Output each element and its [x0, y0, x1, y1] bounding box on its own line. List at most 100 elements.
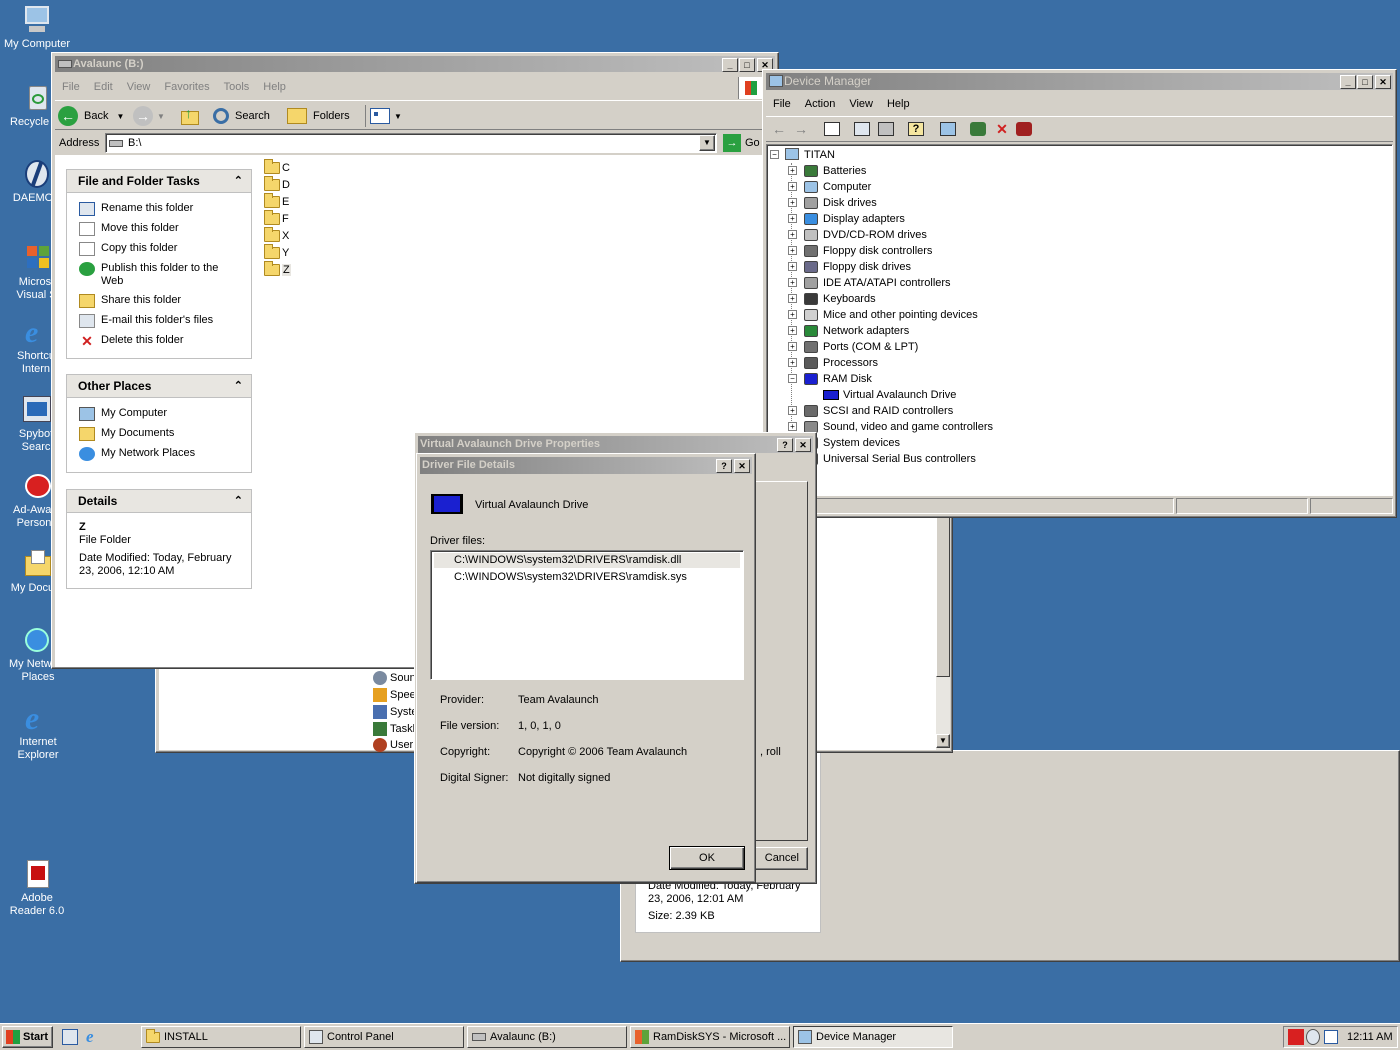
place-my-network-places[interactable]: My Network Places: [67, 444, 251, 464]
expand-toggle[interactable]: +: [788, 310, 797, 319]
menu-help[interactable]: Help: [256, 77, 293, 97]
folder-item[interactable]: Y: [264, 243, 324, 261]
show-desktop-icon[interactable]: [62, 1029, 78, 1045]
control-panel-item[interactable]: Syste: [373, 704, 418, 720]
collapse-icon[interactable]: ⌃: [234, 490, 243, 513]
device-manager-window[interactable]: Device Manager _ □ ✕ File Action View Help…: [762, 69, 1397, 518]
expand-toggle[interactable]: +: [788, 342, 797, 351]
disable-icon[interactable]: [1016, 122, 1032, 136]
show-hide-tree-icon[interactable]: [824, 122, 840, 136]
forward-button[interactable]: → ▼: [133, 104, 165, 128]
search-button[interactable]: Search: [213, 104, 270, 128]
taskbar-button-control-panel[interactable]: Control Panel: [304, 1026, 464, 1048]
internet-explorer-icon[interactable]: e: [86, 1027, 94, 1047]
task-publish-folder[interactable]: Publish this folder to the Web: [67, 259, 251, 291]
menu-file[interactable]: File: [55, 77, 87, 97]
driver-file-item-selected[interactable]: C:\WINDOWS\system32\DRIVERS\ramdisk.dll: [434, 553, 740, 568]
task-rename-folder[interactable]: Rename this folder: [67, 199, 251, 219]
desktop-icon-internet-explorer[interactable]: e Internet Explorer: [0, 702, 74, 762]
expand-toggle[interactable]: +: [788, 406, 797, 415]
folder-item[interactable]: D: [264, 175, 324, 193]
driver-file-details-dialog[interactable]: Driver File Details ? ✕ Virtual Avalaunch…: [416, 453, 756, 883]
folder-item[interactable]: C: [264, 158, 324, 176]
menu-favorites[interactable]: Favorites: [157, 77, 216, 97]
close-button[interactable]: ✕: [1375, 75, 1391, 89]
expand-toggle[interactable]: +: [788, 358, 797, 367]
folder-item[interactable]: E: [264, 192, 324, 210]
menu-help[interactable]: Help: [880, 94, 917, 114]
menu-view[interactable]: View: [120, 77, 158, 97]
task-email-files[interactable]: E-mail this folder's files: [67, 311, 251, 331]
ok-button[interactable]: OK: [669, 846, 745, 870]
task-delete-folder[interactable]: ✕ Delete this folder: [67, 331, 251, 351]
start-button[interactable]: Start: [2, 1026, 53, 1048]
task-copy-folder[interactable]: Copy this folder: [67, 239, 251, 259]
expand-toggle[interactable]: +: [788, 422, 797, 431]
tray-network-icon[interactable]: [1324, 1030, 1338, 1044]
scan-hardware-icon[interactable]: [940, 122, 956, 136]
collapse-icon[interactable]: ⌃: [234, 375, 243, 398]
desktop-icon-my-computer[interactable]: My Computer: [0, 4, 74, 51]
other-places-header[interactable]: Other Places ⌃: [67, 375, 251, 398]
control-panel-item[interactable]: User: [373, 737, 413, 753]
views-button[interactable]: ▼: [365, 105, 402, 127]
back-arrow-icon[interactable]: ←: [772, 121, 786, 137]
folder-item-selected[interactable]: Z: [264, 260, 324, 278]
driver-files-list[interactable]: C:\WINDOWS\system32\DRIVERS\ramdisk.dll …: [430, 550, 744, 680]
task-move-folder[interactable]: Move this folder: [67, 219, 251, 239]
taskbar-button-ramdisksys[interactable]: RamDiskSYS - Microsoft ...: [630, 1026, 790, 1048]
tray-alert-icon[interactable]: [1288, 1029, 1304, 1045]
file-folder-tasks-header[interactable]: File and Folder Tasks ⌃: [67, 170, 251, 193]
close-button[interactable]: ✕: [734, 459, 750, 473]
print-icon[interactable]: [878, 122, 894, 136]
details-header[interactable]: Details ⌃: [67, 490, 251, 513]
maximize-button[interactable]: □: [1357, 75, 1373, 89]
control-panel-item[interactable]: Spee: [373, 687, 416, 703]
control-panel-item[interactable]: Soun: [373, 670, 416, 686]
minimize-button[interactable]: _: [1340, 75, 1356, 89]
expand-toggle[interactable]: +: [788, 214, 797, 223]
device-manager-title-bar[interactable]: Device Manager _ □ ✕: [766, 73, 1393, 90]
menu-tools[interactable]: Tools: [217, 77, 257, 97]
scroll-thumb[interactable]: [936, 511, 950, 677]
minimize-button[interactable]: _: [722, 58, 738, 72]
taskbar-button-install[interactable]: INSTALL: [141, 1026, 301, 1048]
address-input[interactable]: B:\ ▼: [105, 133, 717, 153]
driver-file-item[interactable]: C:\WINDOWS\system32\DRIVERS\ramdisk.sys: [434, 570, 740, 585]
expand-toggle[interactable]: +: [788, 182, 797, 191]
close-button[interactable]: ✕: [795, 438, 811, 452]
desktop-icon-adobe-reader[interactable]: Adobe Reader 6.0: [0, 858, 74, 918]
tray-daemon-icon[interactable]: [1306, 1029, 1320, 1045]
menu-action[interactable]: Action: [798, 94, 843, 114]
go-button[interactable]: → Go: [723, 133, 760, 153]
folder-item[interactable]: X: [264, 226, 324, 244]
collapse-icon[interactable]: ⌃: [234, 170, 243, 193]
expand-toggle[interactable]: +: [788, 198, 797, 207]
menu-edit[interactable]: Edit: [87, 77, 120, 97]
back-button[interactable]: ← Back ▼: [58, 104, 124, 128]
task-share-folder[interactable]: Share this folder: [67, 291, 251, 311]
forward-arrow-icon[interactable]: →: [794, 121, 808, 137]
chevron-down-icon[interactable]: ▼: [116, 112, 124, 121]
driver-details-title-bar[interactable]: Driver File Details ? ✕: [420, 457, 752, 474]
menu-file[interactable]: File: [766, 94, 798, 114]
collapse-toggle[interactable]: −: [788, 374, 797, 383]
control-panel-item[interactable]: Taskl: [373, 721, 415, 737]
expand-toggle[interactable]: +: [788, 326, 797, 335]
scroll-down-button[interactable]: ▼: [936, 734, 950, 748]
properties-icon[interactable]: [854, 122, 870, 136]
expand-toggle[interactable]: +: [788, 246, 797, 255]
explorer-title-bar[interactable]: Avalaunc (B:) _ □ ✕: [55, 56, 775, 72]
properties-title-bar[interactable]: Virtual Avalaunch Drive Properties ? ✕: [418, 436, 813, 453]
taskbar-button-device-manager[interactable]: Device Manager: [793, 1026, 953, 1048]
help-button[interactable]: ?: [716, 459, 732, 473]
help-icon[interactable]: ?: [908, 122, 924, 136]
uninstall-icon[interactable]: ✕: [994, 122, 1010, 136]
update-driver-icon[interactable]: [970, 122, 986, 136]
address-dropdown-button[interactable]: ▼: [699, 135, 715, 151]
chevron-down-icon[interactable]: ▼: [157, 112, 165, 121]
up-folder-button[interactable]: ↑: [179, 105, 201, 127]
taskbar-button-explorer[interactable]: Avalaunc (B:): [467, 1026, 627, 1048]
help-button[interactable]: ?: [777, 438, 793, 452]
collapse-toggle[interactable]: −: [770, 150, 779, 159]
